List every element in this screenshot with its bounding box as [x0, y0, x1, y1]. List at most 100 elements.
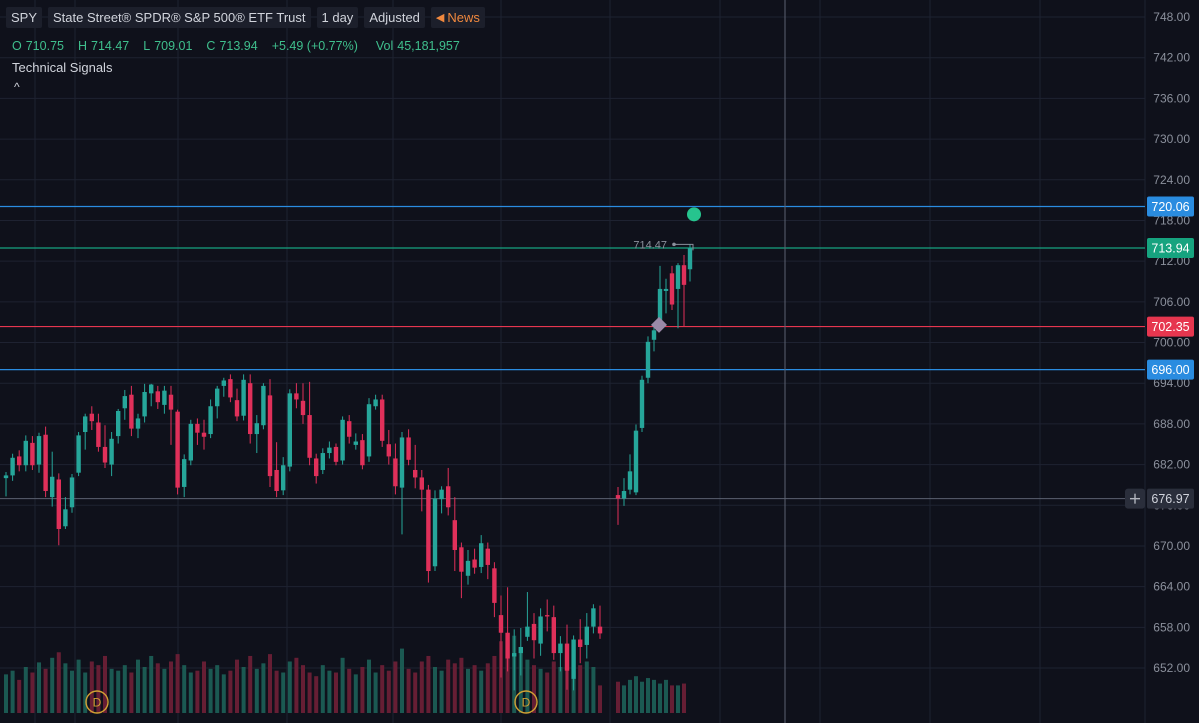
candle-body[interactable] — [633, 430, 639, 493]
candle-body[interactable] — [3, 475, 9, 479]
candle-body[interactable] — [162, 390, 167, 405]
candle-body[interactable] — [498, 615, 504, 633]
candle-body[interactable] — [109, 438, 114, 465]
candle-body[interactable] — [254, 423, 259, 435]
candle-body[interactable] — [669, 273, 675, 305]
candle-body[interactable] — [386, 444, 391, 457]
candle-body[interactable] — [439, 489, 444, 500]
candle-body[interactable] — [333, 446, 339, 462]
candle-body[interactable] — [459, 547, 464, 572]
candle-body[interactable] — [558, 643, 563, 654]
candle-body[interactable] — [300, 400, 306, 416]
candle-body[interactable] — [89, 413, 94, 422]
candle-body[interactable] — [294, 393, 299, 400]
candle-body[interactable] — [129, 394, 134, 429]
candle-body[interactable] — [149, 384, 154, 394]
candle-body[interactable] — [208, 406, 213, 435]
candle-body[interactable] — [657, 288, 663, 323]
technical-signals-label[interactable]: Technical Signals — [12, 60, 112, 75]
candle-body[interactable] — [83, 416, 88, 433]
candle-body[interactable] — [228, 379, 233, 398]
candle-body[interactable] — [419, 477, 424, 490]
candle-body[interactable] — [675, 265, 681, 289]
candle-body[interactable] — [663, 288, 669, 291]
candle-body[interactable] — [76, 435, 81, 473]
candle-body[interactable] — [248, 383, 253, 435]
candle-body[interactable] — [545, 615, 550, 617]
candle-body[interactable] — [399, 437, 405, 488]
candle-body[interactable] — [135, 418, 141, 429]
candle-body[interactable] — [591, 608, 596, 627]
candle-body[interactable] — [465, 560, 471, 576]
candle-body[interactable] — [492, 568, 497, 603]
candle-body[interactable] — [17, 456, 22, 466]
candle-body[interactable] — [314, 458, 319, 477]
candle-body[interactable] — [538, 616, 543, 644]
candle-body[interactable] — [472, 559, 477, 568]
candle-body[interactable] — [505, 632, 510, 659]
candle-body[interactable] — [571, 639, 576, 679]
candle-body[interactable] — [281, 465, 286, 491]
candle-body[interactable] — [182, 459, 187, 487]
candle-body[interactable] — [50, 476, 55, 498]
candle-body[interactable] — [578, 639, 583, 647]
candle-body[interactable] — [485, 548, 490, 565]
candle-body[interactable] — [102, 446, 108, 463]
candle-body[interactable] — [63, 509, 68, 527]
candle-body[interactable] — [241, 379, 246, 416]
candle-body[interactable] — [116, 410, 121, 437]
candle-body[interactable] — [651, 330, 657, 340]
candle-body[interactable] — [681, 265, 687, 285]
candle-body[interactable] — [353, 441, 358, 445]
candle-body[interactable] — [479, 543, 484, 567]
candle-body[interactable] — [413, 469, 418, 478]
collapse-chevron-icon[interactable]: ^ — [14, 80, 20, 94]
candle-body[interactable] — [307, 415, 312, 458]
candle-body[interactable] — [551, 617, 556, 654]
candle-body[interactable] — [584, 626, 589, 645]
candle-body[interactable] — [56, 479, 61, 529]
candle-body[interactable] — [597, 626, 603, 634]
adjusted-toggle[interactable]: Adjusted — [364, 7, 425, 28]
candle-body[interactable] — [142, 392, 147, 417]
news-button[interactable]: ◀ News — [430, 7, 485, 28]
candle-body[interactable] — [234, 400, 240, 417]
candle-body[interactable] — [188, 423, 193, 461]
candle-body[interactable] — [380, 399, 385, 441]
interval-chip[interactable]: 1 day — [316, 7, 359, 28]
candle-body[interactable] — [267, 395, 273, 477]
candle-body[interactable] — [36, 436, 42, 465]
candle-body[interactable] — [43, 434, 48, 492]
candle-body[interactable] — [261, 385, 266, 426]
candle-body[interactable] — [201, 432, 207, 437]
candle-body[interactable] — [446, 486, 451, 508]
candle-body[interactable] — [69, 477, 75, 508]
candle-body[interactable] — [621, 491, 627, 499]
candle-body[interactable] — [393, 458, 398, 487]
candle-body[interactable] — [215, 388, 220, 407]
instrument-name[interactable]: State Street® SPDR® S&P 500® ETF Trust — [48, 7, 311, 28]
candle-body[interactable] — [512, 653, 517, 657]
candle-body[interactable] — [615, 495, 621, 499]
candle-body[interactable] — [627, 471, 633, 490]
candle-body[interactable] — [426, 489, 431, 572]
candle-body[interactable] — [347, 421, 352, 437]
price-chart[interactable]: 652.00658.00664.00670.00676.00682.00688.… — [0, 0, 1199, 723]
candle-body[interactable] — [122, 396, 127, 409]
symbol-chip[interactable]: SPY — [6, 7, 43, 28]
candle-body[interactable] — [639, 379, 645, 428]
candle-body[interactable] — [10, 457, 15, 476]
candle-body[interactable] — [452, 520, 457, 551]
candle-body[interactable] — [687, 248, 693, 270]
candle-body[interactable] — [525, 626, 530, 637]
candle-body[interactable] — [564, 643, 570, 671]
candle-body[interactable] — [175, 411, 180, 488]
candle-body[interactable] — [531, 623, 537, 641]
signal-dot-marker[interactable] — [687, 207, 701, 222]
candle-body[interactable] — [195, 423, 200, 433]
candle-body[interactable] — [320, 453, 325, 470]
candle-body[interactable] — [373, 399, 378, 407]
candle-body[interactable] — [221, 380, 226, 386]
candle-body[interactable] — [168, 394, 174, 410]
candle-body[interactable] — [360, 440, 365, 466]
